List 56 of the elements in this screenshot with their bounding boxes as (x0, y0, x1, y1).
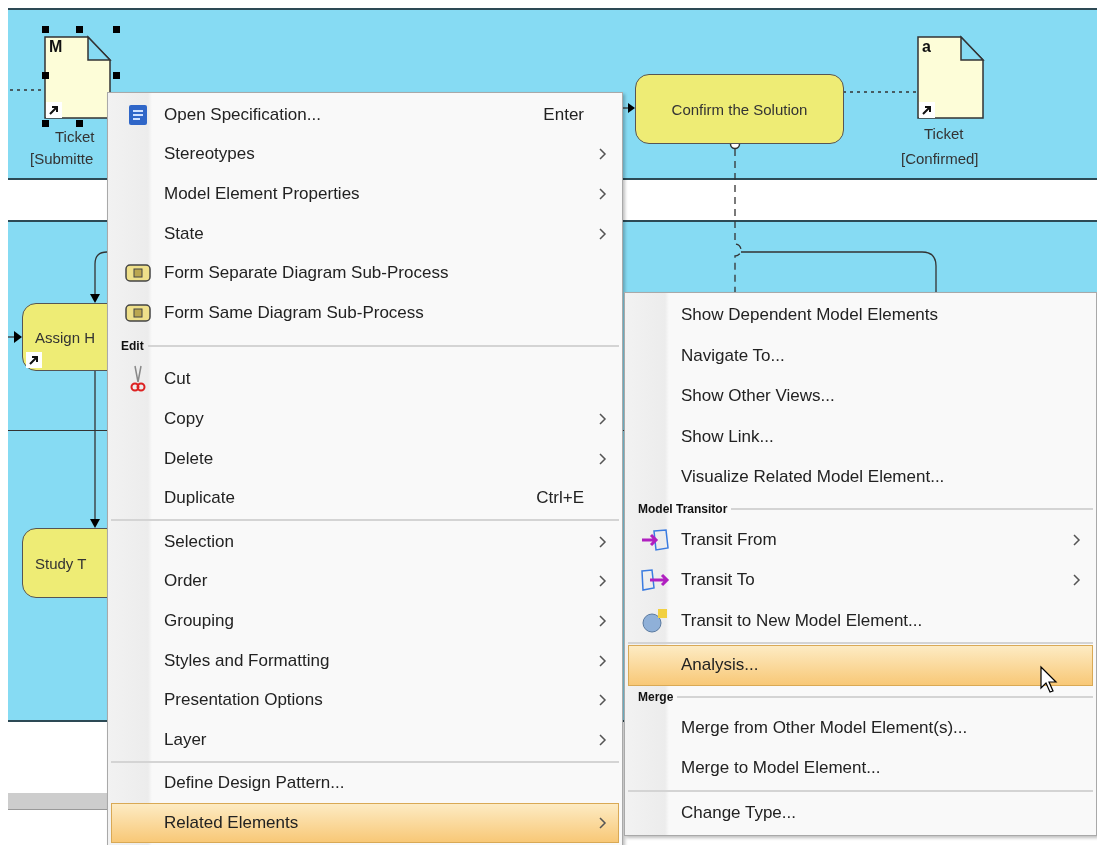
menu-item[interactable]: Open Specification... Enter (111, 95, 619, 135)
transit-to-icon (640, 568, 670, 593)
menu-item[interactable]: Transit From (628, 519, 1093, 560)
menu-item[interactable]: Related Elements (111, 803, 619, 843)
menu-item[interactable]: Change Type... (628, 792, 1093, 833)
selection-handle[interactable] (76, 26, 83, 33)
menu-item[interactable]: Analysis... (628, 645, 1093, 686)
subprocess-icon (125, 303, 151, 322)
menu-item[interactable]: Transit to New Model Element... (628, 600, 1093, 641)
shortcut-icon (26, 352, 42, 368)
shortcut-icon (919, 102, 935, 118)
selection-handle[interactable] (42, 26, 49, 33)
menu-item[interactable]: Merge to Model Element... (628, 748, 1093, 789)
menu-item[interactable]: Styles and Formatting (111, 640, 619, 681)
menu-item[interactable]: Show Link... (628, 416, 1093, 457)
section-header: Merge (638, 689, 674, 704)
connector-arrow (89, 250, 107, 303)
menu-item[interactable]: Duplicate Ctrl+E (111, 478, 619, 518)
object-state: [Submitte (30, 150, 94, 168)
section-header: Edit (121, 339, 144, 354)
menu-item[interactable]: Delete (111, 438, 619, 479)
menu-item[interactable]: Copy (111, 399, 619, 439)
menu-item[interactable]: Show Other Views... (628, 376, 1093, 417)
scissors-icon (130, 365, 146, 394)
object-label: Ticket (924, 125, 964, 143)
menu-item[interactable]: Navigate To... (628, 335, 1093, 376)
menu-item[interactable]: Merge from Other Model Element(s)... (628, 707, 1093, 748)
object-state: [Confirmed] (901, 150, 979, 168)
selection-handle[interactable] (113, 72, 120, 79)
object-node: a (917, 36, 985, 120)
specification-icon (128, 103, 148, 126)
connector-arrow (8, 331, 22, 343)
menu-item[interactable]: Visualize Related Model Element... (628, 457, 1093, 498)
menu-item[interactable]: Grouping (111, 601, 619, 641)
new-element-icon (641, 607, 669, 634)
menu-item[interactable]: Presentation Options (111, 680, 619, 720)
menu-item[interactable]: Model Element Properties (111, 174, 619, 214)
menu-item[interactable]: Layer (111, 719, 619, 760)
menu-item[interactable]: Stereotypes (111, 134, 619, 175)
selection-handle[interactable] (42, 72, 49, 79)
menu-item[interactable]: Transit To (628, 560, 1093, 601)
menu-item[interactable]: State (111, 213, 619, 254)
subprocess-icon (125, 264, 151, 283)
shortcut-icon (46, 102, 62, 118)
selection-handle[interactable] (42, 120, 49, 127)
connector-arrow (622, 102, 635, 114)
action-node: Confirm the Solution (635, 74, 844, 144)
menu-item[interactable]: Define Design Pattern... (111, 763, 619, 804)
object-label: Ticket (55, 128, 95, 146)
menu-item[interactable]: Show Dependent Model Elements (628, 295, 1093, 336)
mouse-cursor-icon (1040, 666, 1058, 694)
transit-from-icon (640, 527, 670, 552)
menu-item[interactable]: Form Separate Diagram Sub-Process (111, 253, 619, 293)
section-header: Model Transitor (638, 501, 728, 516)
selection-handle[interactable] (76, 120, 83, 127)
selection-handle[interactable] (113, 26, 120, 33)
